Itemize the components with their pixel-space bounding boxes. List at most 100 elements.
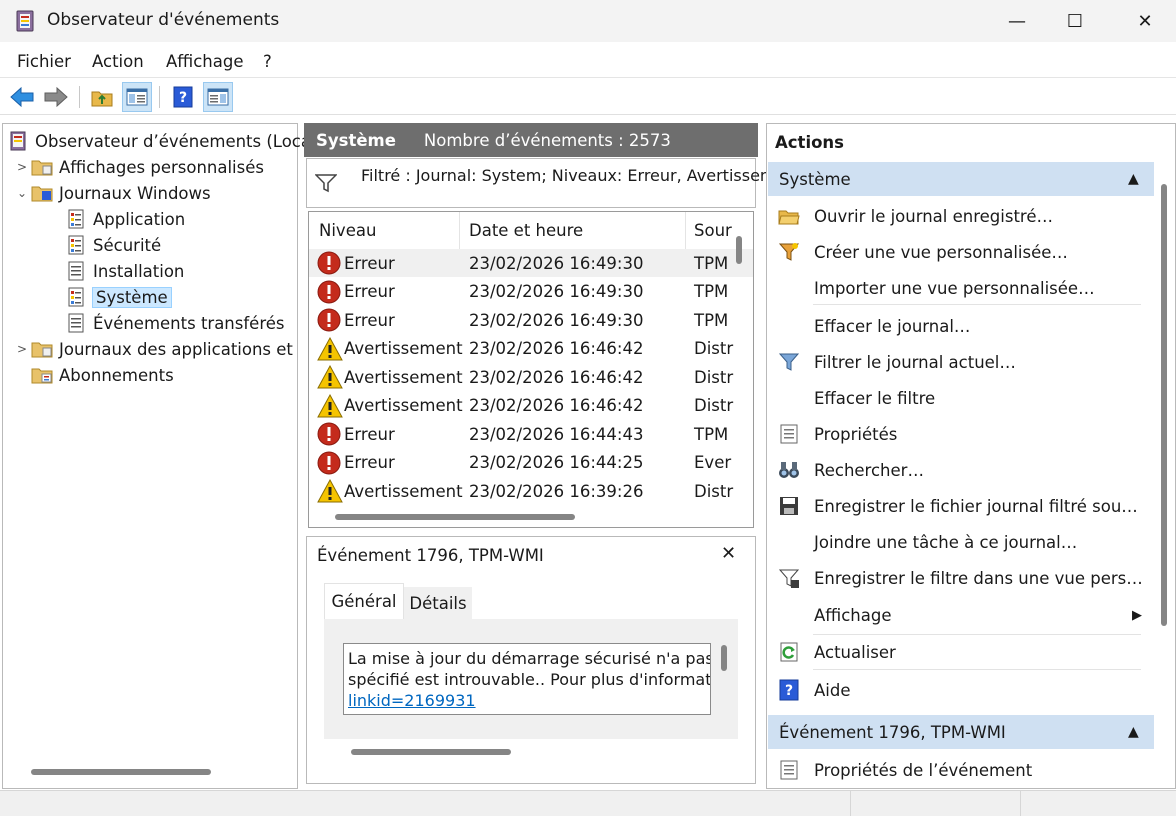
menu-help[interactable]: ?: [263, 52, 272, 71]
actions-vertical-scrollbar[interactable]: [1161, 184, 1167, 626]
action-separator: [813, 634, 1141, 635]
tree-item-subscriptions[interactable]: Abonnements: [7, 362, 311, 388]
action-item[interactable]: Rechercher…: [768, 452, 1154, 488]
table-row[interactable]: Erreur 23/02/2026 16:49:30 TPM: [309, 249, 753, 277]
error-icon: [317, 308, 344, 332]
column-divider[interactable]: [685, 212, 686, 250]
action-event-properties[interactable]: Propriétés de l’événement: [768, 752, 1154, 788]
actions-section-system[interactable]: Système ▲: [768, 162, 1154, 196]
action-item[interactable]: Effacer le journal…: [768, 308, 1154, 344]
menu-action[interactable]: Action: [92, 52, 144, 71]
action-item[interactable]: Actualiser: [768, 634, 1154, 670]
grid-header: Niveau Date et heure Sour: [309, 212, 753, 250]
close-icon: ✕: [1137, 10, 1153, 32]
collapse-icon[interactable]: ▲: [1128, 724, 1139, 740]
refresh-icon: [778, 641, 800, 663]
tree-item-security[interactable]: Sécurité: [7, 232, 311, 258]
action-item[interactable]: Importer une vue personnalisée…: [768, 270, 1154, 306]
section-label: Système: [779, 169, 851, 189]
tree-item-application[interactable]: Application: [7, 206, 311, 232]
action-item[interactable]: Affichage ▶: [768, 597, 1154, 633]
show-hide-tree-button[interactable]: [122, 82, 152, 112]
tree-item-custom-views[interactable]: > Affichages personnalisés: [7, 154, 311, 180]
action-item[interactable]: Enregistrer le filtre dans une vue pers…: [768, 560, 1154, 596]
action-item[interactable]: Effacer le filtre: [768, 380, 1154, 416]
window-title: Observateur d'événements: [47, 10, 280, 30]
level-text: Erreur: [344, 453, 395, 472]
folder-up-icon: [91, 91, 113, 107]
action-label: Enregistrer le filtre dans une vue pers…: [814, 568, 1143, 588]
tree-item-label: Abonnements: [59, 365, 174, 385]
error-icon: [317, 280, 344, 304]
grid-vertical-scrollbar[interactable]: [736, 236, 742, 264]
help-icon: ?: [173, 86, 193, 108]
table-row[interactable]: Erreur 23/02/2026 16:49:30 TPM: [309, 278, 753, 306]
action-separator: [813, 669, 1141, 670]
action-item[interactable]: Ouvrir le journal enregistré…: [768, 198, 1154, 234]
cell-source: TPM: [694, 282, 729, 301]
close-detail-button[interactable]: ✕: [721, 543, 736, 564]
chevron-right-icon[interactable]: >: [13, 342, 31, 356]
collapse-icon[interactable]: ▲: [1128, 171, 1139, 187]
table-row[interactable]: Avertissement 23/02/2026 16:46:42 Distr: [309, 363, 753, 391]
tree-item-app-logs[interactable]: > Journaux des applications et: [7, 336, 311, 362]
svg-text:?: ?: [785, 683, 793, 699]
up-one-level-button[interactable]: [87, 82, 117, 112]
tree-item-forwarded-events[interactable]: Événements transférés: [7, 310, 311, 336]
log-header: Système Nombre d’événements : 2573: [304, 123, 758, 157]
table-row[interactable]: Erreur 23/02/2026 16:44:43 TPM: [309, 420, 753, 448]
column-divider[interactable]: [459, 212, 460, 250]
table-row[interactable]: Avertissement 23/02/2026 16:39:26 Distr: [309, 477, 753, 505]
actions-pane: Actions Système ▲ Ouvrir le journal enre…: [766, 123, 1176, 789]
back-button[interactable]: [7, 82, 37, 112]
action-item[interactable]: Filtrer le journal actuel…: [768, 344, 1154, 380]
description-link[interactable]: linkid=2169931: [348, 690, 710, 711]
tree-item-system[interactable]: Système: [7, 284, 311, 310]
column-header-level[interactable]: Niveau: [319, 221, 376, 240]
minimize-icon: —: [1008, 10, 1026, 32]
cell-source: TPM: [694, 310, 729, 330]
table-row[interactable]: Avertissement 23/02/2026 16:46:42 Distr: [309, 335, 753, 363]
action-item[interactable]: ? Aide: [768, 672, 1154, 708]
table-row[interactable]: Erreur 23/02/2026 16:49:30 TPM: [309, 306, 753, 334]
log-icon: [68, 261, 84, 281]
event-description-box[interactable]: La mise à jour du démarrage sécurisé n'a…: [343, 643, 711, 715]
toolbar-separator: [79, 86, 80, 108]
log-icon: [68, 235, 84, 255]
chevron-down-icon[interactable]: ⌄: [13, 186, 31, 200]
action-label: Aide: [814, 680, 851, 700]
tree-horizontal-scrollbar[interactable]: [31, 769, 211, 775]
status-divider: [850, 791, 851, 816]
menu-affichage[interactable]: Affichage: [166, 52, 244, 71]
event-detail-title: Événement 1796, TPM-WMI: [317, 546, 544, 565]
action-item[interactable]: Enregistrer le fichier journal filtré so…: [768, 488, 1154, 524]
action-item[interactable]: Propriétés: [768, 416, 1154, 452]
detail-horizontal-scrollbar[interactable]: [351, 749, 511, 755]
table-row[interactable]: Avertissement 23/02/2026 16:46:42 Distr: [309, 392, 753, 420]
tab-details[interactable]: Détails: [404, 587, 472, 619]
forward-arrow-icon: [44, 86, 68, 108]
maximize-button[interactable]: ☐: [1046, 0, 1104, 42]
show-hide-action-pane-button[interactable]: [203, 82, 233, 112]
table-row[interactable]: Erreur 23/02/2026 16:44:25 Ever: [309, 449, 753, 477]
column-header-source[interactable]: Sour: [694, 221, 732, 240]
minimize-button[interactable]: —: [988, 0, 1046, 42]
action-item[interactable]: Joindre une tâche à ce journal…: [768, 524, 1154, 560]
tree-item-windows-logs[interactable]: ⌄ Journaux Windows: [7, 180, 311, 206]
tree-item-root[interactable]: Observateur d’événements (Loca: [7, 128, 311, 154]
close-window-button[interactable]: ✕: [1116, 0, 1174, 42]
tab-general[interactable]: Général: [324, 583, 404, 619]
forward-button[interactable]: [41, 82, 71, 112]
tree-item-installation[interactable]: Installation: [7, 258, 311, 284]
description-vertical-scrollbar[interactable]: [721, 645, 727, 671]
menu-fichier[interactable]: Fichier: [17, 52, 71, 71]
actions-section-event[interactable]: Événement 1796, TPM-WMI ▲: [768, 715, 1154, 749]
filter-icon: [315, 174, 337, 193]
chevron-right-icon[interactable]: >: [13, 160, 31, 174]
level-text: Avertissement: [344, 339, 463, 358]
column-header-date[interactable]: Date et heure: [469, 221, 583, 240]
grid-horizontal-scrollbar[interactable]: [335, 514, 575, 520]
help-button[interactable]: ?: [168, 82, 198, 112]
cell-source: Distr: [694, 339, 734, 358]
action-item[interactable]: Créer une vue personnalisée…: [768, 234, 1154, 270]
